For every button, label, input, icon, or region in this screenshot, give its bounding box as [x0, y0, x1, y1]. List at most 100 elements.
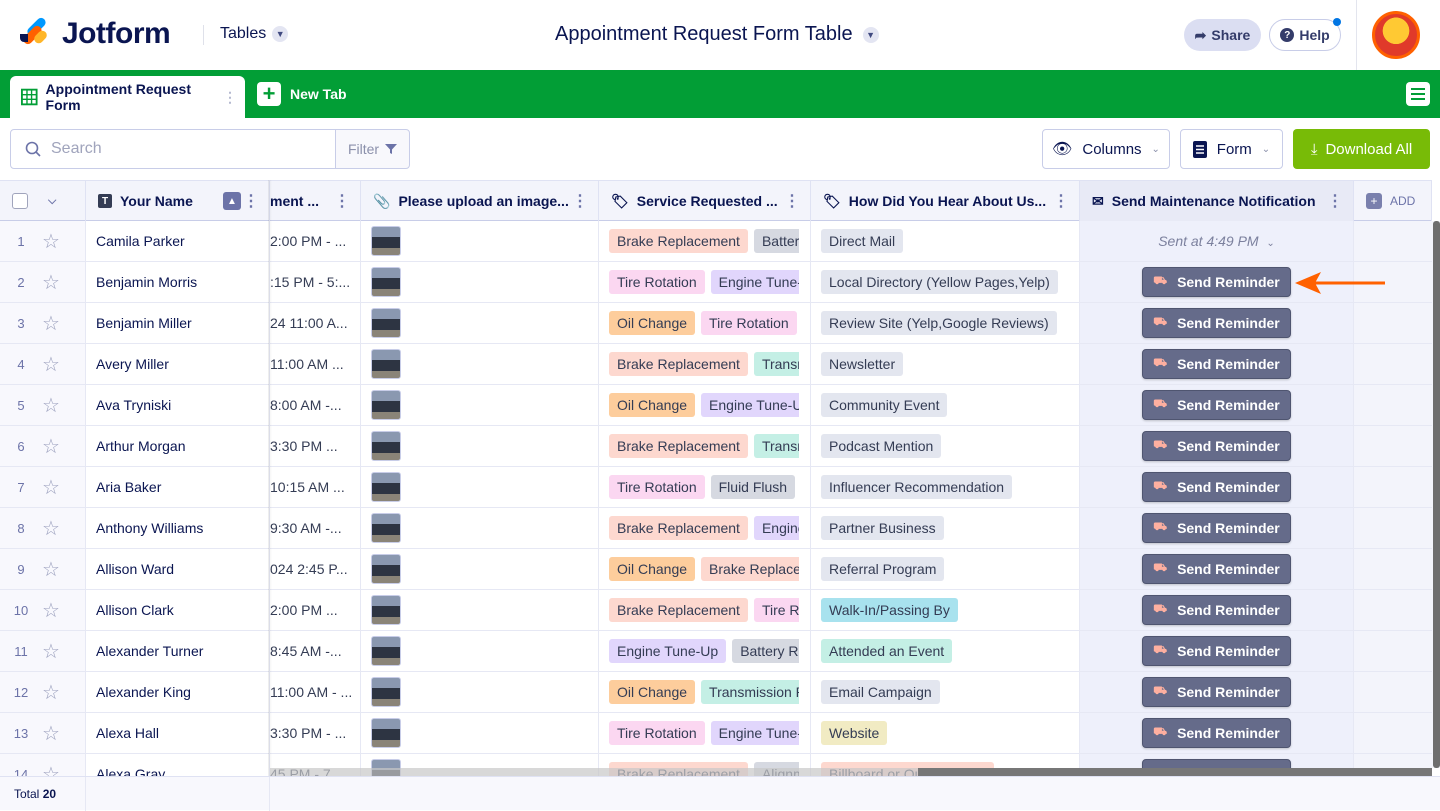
menu-button[interactable] — [1406, 82, 1430, 106]
image-cell[interactable] — [361, 549, 599, 589]
column-options-icon[interactable]: ⋮ — [1053, 191, 1069, 211]
image-cell[interactable] — [361, 508, 599, 548]
date-cell[interactable]: 024 2:45 P... — [270, 549, 361, 589]
star-icon[interactable]: ☆ — [42, 434, 60, 459]
vertical-scrollbar[interactable] — [1433, 221, 1440, 768]
service-cell[interactable]: Oil Change Brake Replacer — [599, 549, 811, 589]
send-reminder-button[interactable]: ⛟ Send Reminder — [1142, 677, 1291, 707]
send-reminder-button[interactable]: ⛟ Send Reminder — [1142, 308, 1291, 338]
column-options-icon[interactable]: ⋮ — [243, 191, 259, 211]
hear-cell[interactable]: Walk-In/Passing By — [811, 590, 1080, 630]
hear-cell[interactable]: Partner Business — [811, 508, 1080, 548]
form-button[interactable]: Form ⌄ — [1180, 129, 1283, 169]
image-cell[interactable] — [361, 631, 599, 671]
hear-cell[interactable]: Website — [811, 713, 1080, 753]
hear-cell[interactable]: Influencer Recommendation — [811, 467, 1080, 507]
star-icon[interactable]: ☆ — [42, 721, 60, 746]
name-cell[interactable]: Alexander King — [86, 672, 270, 712]
chevron-down-icon[interactable]: ⌵ — [48, 195, 56, 208]
star-icon[interactable]: ☆ — [42, 352, 60, 377]
image-cell[interactable] — [361, 262, 599, 302]
name-cell[interactable]: Alexander Turner — [86, 631, 270, 671]
column-options-icon[interactable]: ⋮ — [334, 191, 350, 211]
name-cell[interactable]: Anthony Williams — [86, 508, 270, 548]
car-image-thumbnail[interactable] — [371, 349, 401, 379]
star-icon[interactable]: ☆ — [42, 557, 60, 582]
filter-button[interactable]: Filter — [335, 129, 410, 169]
add-column-button[interactable]: + ADD — [1354, 181, 1432, 221]
name-cell[interactable]: Aria Baker — [86, 467, 270, 507]
service-cell[interactable]: Oil Change Engine Tune-U — [599, 385, 811, 425]
send-reminder-button[interactable]: ⛟ Send Reminder — [1142, 595, 1291, 625]
table-row[interactable]: 1 ☆ Camila Parker 2:00 PM - ... Brake Rep… — [0, 221, 1432, 262]
car-image-thumbnail[interactable] — [371, 226, 401, 256]
image-cell[interactable] — [361, 303, 599, 343]
hear-cell[interactable]: Local Directory (Yellow Pages,Yelp) — [811, 262, 1080, 302]
date-cell[interactable]: 24 11:00 A... — [270, 303, 361, 343]
send-reminder-button[interactable]: ⛟ Send Reminder — [1142, 267, 1291, 297]
table-row[interactable]: 2 ☆ Benjamin Morris :15 PM - 5:... Tire R… — [0, 262, 1432, 303]
name-cell[interactable]: Arthur Morgan — [86, 426, 270, 466]
table-row[interactable]: 8 ☆ Anthony Williams 9:30 AM -... Brake R… — [0, 508, 1432, 549]
column-header-upload[interactable]: 📎 Please upload an image... ⋮ — [361, 181, 599, 221]
car-image-thumbnail[interactable] — [371, 595, 401, 625]
image-cell[interactable] — [361, 426, 599, 466]
service-cell[interactable]: Oil Change Transmission R — [599, 672, 811, 712]
table-row[interactable]: 9 ☆ Allison Ward 024 2:45 P... Oil Change… — [0, 549, 1432, 590]
date-cell[interactable]: 2:00 PM ... — [270, 590, 361, 630]
service-cell[interactable]: Tire Rotation Engine Tune- — [599, 262, 811, 302]
image-cell[interactable] — [361, 590, 599, 630]
table-row[interactable]: 12 ☆ Alexander King 11:00 AM - ... Oil Ch… — [0, 672, 1432, 713]
date-cell[interactable]: 2:00 PM - ... — [270, 221, 361, 261]
date-cell[interactable]: 3:30 PM - ... — [270, 713, 361, 753]
service-cell[interactable]: Tire Rotation Engine Tune- — [599, 713, 811, 753]
table-row[interactable]: 4 ☆ Avery Miller 11:00 AM ... Brake Repla… — [0, 344, 1432, 385]
service-cell[interactable]: Brake ReplacementTransm — [599, 426, 811, 466]
car-image-thumbnail[interactable] — [371, 513, 401, 543]
help-button[interactable]: ? Help — [1269, 19, 1341, 51]
star-icon[interactable]: ☆ — [42, 311, 60, 336]
column-header-service[interactable]: 🏷 Service Requested ... ⋮ — [599, 181, 811, 221]
send-reminder-button[interactable]: ⛟ Send Reminder — [1142, 349, 1291, 379]
table-row[interactable]: 10 ☆ Allison Clark 2:00 PM ... Brake Repl… — [0, 590, 1432, 631]
send-reminder-button[interactable]: ⛟ Send Reminder — [1142, 718, 1291, 748]
date-cell[interactable]: 8:45 AM -... — [270, 631, 361, 671]
date-cell[interactable]: 8:00 AM -... — [270, 385, 361, 425]
name-cell[interactable]: Alexa Gray — [86, 754, 270, 776]
date-cell[interactable]: 9:30 AM -... — [270, 508, 361, 548]
column-header-notify[interactable]: ✉ Send Maintenance Notification ⋮ — [1080, 181, 1354, 221]
tables-dropdown[interactable]: Tables ▼ — [220, 25, 289, 43]
car-image-thumbnail[interactable] — [371, 308, 401, 338]
table-row[interactable]: 3 ☆ Benjamin Miller 24 11:00 A... Oil Cha… — [0, 303, 1432, 344]
search-input[interactable] — [51, 140, 311, 158]
date-cell[interactable]: 3:30 PM ... — [270, 426, 361, 466]
service-cell[interactable]: Brake ReplacementTransm — [599, 344, 811, 384]
car-image-thumbnail[interactable] — [371, 472, 401, 502]
star-icon[interactable]: ☆ — [42, 475, 60, 500]
column-options-icon[interactable]: ⋮ — [572, 191, 588, 211]
send-reminder-button[interactable]: ⛟ Send Reminder — [1142, 472, 1291, 502]
send-reminder-button[interactable]: ⛟ Send Reminder — [1142, 636, 1291, 666]
service-cell[interactable]: Brake ReplacementBattery — [599, 221, 811, 261]
jotform-logo[interactable]: Jotform — [18, 16, 171, 51]
star-icon[interactable]: ☆ — [42, 229, 60, 254]
image-cell[interactable] — [361, 385, 599, 425]
image-cell[interactable] — [361, 672, 599, 712]
image-cell[interactable] — [361, 344, 599, 384]
column-options-icon[interactable]: ⋮ — [1327, 191, 1343, 211]
select-all-checkbox[interactable] — [12, 193, 28, 209]
star-icon[interactable]: ☆ — [42, 270, 60, 295]
car-image-thumbnail[interactable] — [371, 431, 401, 461]
service-cell[interactable]: Oil Change Tire Rotation — [599, 303, 811, 343]
send-reminder-button[interactable]: ⛟ Send Reminder — [1142, 431, 1291, 461]
star-icon[interactable]: ☆ — [42, 516, 60, 541]
date-cell[interactable]: 11:00 AM ... — [270, 344, 361, 384]
hear-cell[interactable]: Attended an Event — [811, 631, 1080, 671]
car-image-thumbnail[interactable] — [371, 677, 401, 707]
send-reminder-button[interactable]: ⛟ Send Reminder — [1142, 554, 1291, 584]
name-cell[interactable]: Allison Ward — [86, 549, 270, 589]
column-header-name[interactable]: T Your Name ▲ ⋮ — [86, 181, 270, 221]
name-cell[interactable]: Allison Clark — [86, 590, 270, 630]
service-cell[interactable]: Brake ReplacementEngine — [599, 508, 811, 548]
hear-cell[interactable]: Email Campaign — [811, 672, 1080, 712]
